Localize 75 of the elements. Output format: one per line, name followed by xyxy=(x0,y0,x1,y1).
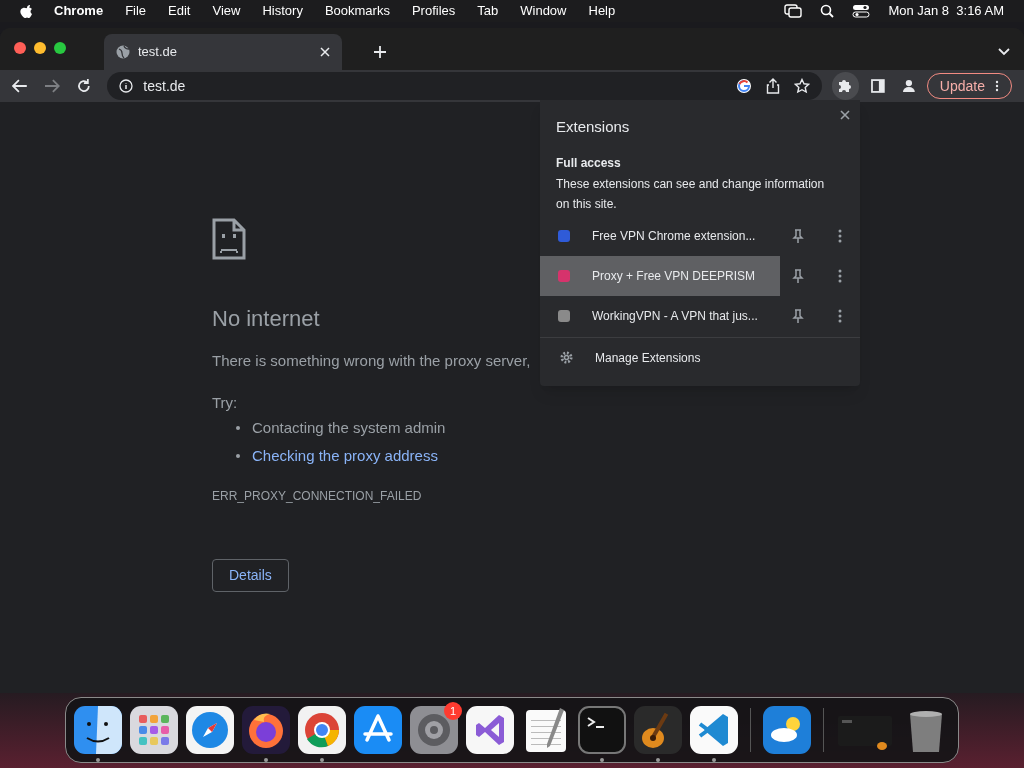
puzzle-piece-icon xyxy=(837,78,854,94)
menu-item[interactable]: Tab xyxy=(477,1,499,21)
menu-item[interactable]: View xyxy=(212,1,241,21)
globe-icon xyxy=(116,45,130,59)
share-icon[interactable] xyxy=(765,78,780,94)
address-bar[interactable]: test.de xyxy=(107,72,822,100)
extension-item[interactable]: WorkingVPN - A VPN that jus... xyxy=(540,295,780,336)
terminal-icon xyxy=(578,706,626,754)
pin-icon[interactable] xyxy=(792,268,804,283)
try-label: Try: xyxy=(212,392,238,413)
grid-icon xyxy=(130,706,178,754)
cloud-sun-icon xyxy=(763,706,811,754)
menu-item[interactable]: Edit xyxy=(168,1,191,21)
more-options-icon[interactable] xyxy=(838,228,842,243)
reload-icon[interactable] xyxy=(75,78,92,94)
more-options-icon[interactable] xyxy=(838,308,842,323)
section-title: Full access xyxy=(555,154,622,172)
side-panel-icon[interactable] xyxy=(871,79,886,93)
manage-extensions-item[interactable]: Manage Extensions xyxy=(540,337,860,378)
google-icon[interactable] xyxy=(735,78,752,94)
browser-tab[interactable]: test.de xyxy=(104,34,342,70)
menu-item[interactable]: File xyxy=(125,1,147,21)
zoom-window-icon[interactable] xyxy=(54,42,66,54)
dock-app-button[interactable] xyxy=(354,706,402,754)
forward-arrow-icon[interactable] xyxy=(43,79,60,93)
error-message: There is something wrong with the proxy server, xyxy=(212,351,531,371)
menu-item[interactable]: Profiles xyxy=(411,1,456,21)
notification-badge: 1 xyxy=(444,702,462,720)
tab-title: test.de xyxy=(138,43,178,62)
menu-item[interactable]: History xyxy=(262,1,303,21)
code-editor-icon xyxy=(690,706,738,754)
back-arrow-icon[interactable] xyxy=(12,79,28,93)
guitar-icon xyxy=(634,706,682,754)
profile-icon[interactable] xyxy=(901,78,917,94)
star-icon[interactable] xyxy=(793,78,810,94)
smiling-face-icon xyxy=(74,706,122,754)
close-window-icon[interactable] xyxy=(14,42,26,54)
menu-item[interactable]: Chrome xyxy=(54,1,104,21)
dock-app-button[interactable] xyxy=(763,706,811,754)
menu-item[interactable]: Window xyxy=(520,1,567,21)
plus-icon[interactable] xyxy=(374,46,386,58)
section-description: These extensions can see and change information on this site. xyxy=(555,175,826,213)
close-icon[interactable] xyxy=(840,110,850,120)
details-button[interactable]: Details xyxy=(212,559,289,592)
search-icon[interactable] xyxy=(820,4,835,18)
url-text: test.de xyxy=(143,76,186,96)
info-icon[interactable] xyxy=(119,79,134,93)
pin-icon[interactable] xyxy=(792,228,804,243)
popup-title: Extensions xyxy=(556,117,630,137)
toggles-icon[interactable] xyxy=(852,4,871,18)
clock-text: Mon Jan 8 3:16 AM xyxy=(888,2,1004,21)
more-options-icon xyxy=(995,80,999,92)
compass-icon xyxy=(186,706,234,754)
error-title: No internet xyxy=(212,308,320,330)
chrome-icon xyxy=(298,706,346,754)
chevron-down-icon[interactable] xyxy=(998,48,1010,56)
dock-app-button[interactable] xyxy=(186,706,234,754)
menu-item[interactable]: Help xyxy=(588,1,616,21)
menu-item[interactable]: Bookmarks xyxy=(324,1,390,21)
letter-a-icon xyxy=(354,706,402,754)
bullet-icon xyxy=(236,453,240,458)
extensions-button[interactable] xyxy=(831,72,860,100)
error-code: ERR_PROXY_CONNECTION_FAILED xyxy=(212,488,422,505)
minimize-window-icon[interactable] xyxy=(34,42,46,54)
suggestion-link[interactable]: Checking the proxy address xyxy=(252,444,438,467)
dock-app-button[interactable] xyxy=(130,706,178,754)
bullet-icon xyxy=(236,426,240,431)
extension-item[interactable]: Free VPN Chrome extension... xyxy=(540,215,780,256)
overlapping-windows-icon[interactable] xyxy=(784,4,803,18)
pin-icon[interactable] xyxy=(792,308,804,323)
extension-item[interactable]: Proxy + Free VPN DEEPRISM xyxy=(540,255,780,296)
sad-page-icon xyxy=(212,218,246,260)
apple-logo-icon[interactable] xyxy=(20,3,34,19)
suggestion-text: Contacting the system admin xyxy=(252,418,446,438)
more-options-icon[interactable] xyxy=(838,268,842,283)
